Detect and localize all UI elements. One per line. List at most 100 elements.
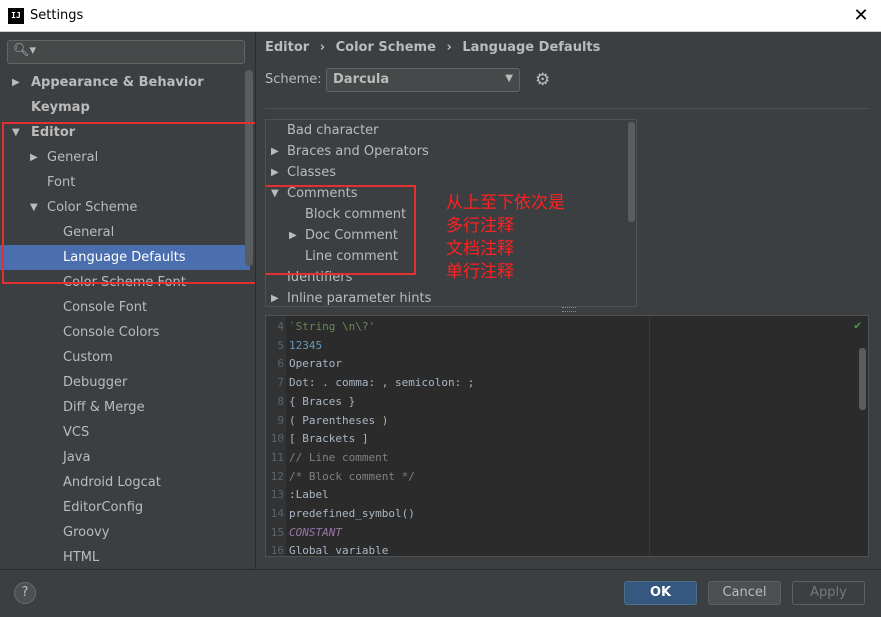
line-number: 8 <box>277 394 284 408</box>
right-margin-guide <box>649 316 650 556</box>
sidebar-item-label: Groovy <box>63 525 110 540</box>
code-text: predefined_symbol() <box>289 507 415 520</box>
breadcrumb-color-scheme[interactable]: Color Scheme <box>336 40 436 55</box>
attributes-scrollbar[interactable] <box>628 122 635 222</box>
line-number: 13 <box>270 488 284 502</box>
attribute-item[interactable]: ▶ Classes <box>266 162 624 183</box>
line-number: 7 <box>277 376 284 390</box>
sidebar-item[interactable]: Console Colors <box>0 320 250 345</box>
app-logo-icon: IJ <box>8 8 24 24</box>
title-bar: IJ Settings ✕ <box>0 0 881 32</box>
splitter-handle[interactable] <box>562 307 576 312</box>
search-input[interactable]: 🔍︎▾ <box>7 40 245 64</box>
sidebar-item-label: VCS <box>63 425 90 440</box>
code-line: 12 /* Block comment */ <box>266 467 646 486</box>
preview-scrollbar[interactable] <box>859 348 866 410</box>
scheme-value: Darcula <box>333 72 390 87</box>
annotation-line: 多行注释 <box>446 216 514 236</box>
apply-button[interactable]: Apply <box>792 581 865 605</box>
sidebar-item[interactable]: HTML <box>0 545 250 569</box>
help-button[interactable]: ? <box>14 582 36 604</box>
code-text: Global variable <box>289 544 389 557</box>
line-number: 16 <box>270 544 284 557</box>
sidebar-item[interactable]: VCS <box>0 420 250 445</box>
search-icon: 🔍︎▾ <box>13 43 37 58</box>
line-number: 4 <box>277 320 284 333</box>
code-line: 9 ( Parentheses ) <box>266 411 646 430</box>
line-number: 15 <box>270 525 284 539</box>
code-preview[interactable]: 4 `String \n\?' 5 12345 6 Operator 7 Dot: . com… <box>265 315 869 557</box>
code-text: [ Brackets ] <box>289 432 369 446</box>
code-text: `String \n\?' <box>289 320 376 333</box>
sidebar-item-label: EditorConfig <box>63 500 144 515</box>
sidebar-item[interactable]: ▶ Appearance & Behavior <box>0 70 250 95</box>
breadcrumb-language-defaults: Language Defaults <box>462 40 601 55</box>
divider <box>265 108 869 109</box>
code-line: 14 predefined_symbol() <box>266 504 646 523</box>
sidebar-item[interactable]: Java <box>0 445 250 470</box>
chevron-down-icon: ▼ <box>505 73 513 84</box>
sidebar-item-label: Keymap <box>31 100 90 115</box>
sidebar-item-label: Console Font <box>63 300 148 315</box>
cancel-button[interactable]: Cancel <box>708 581 781 605</box>
annotation-box-comments <box>266 185 416 275</box>
breadcrumb-editor[interactable]: Editor <box>265 40 309 55</box>
breadcrumb-separator: › <box>319 40 326 55</box>
gear-icon[interactable]: ⚙ <box>535 70 550 90</box>
code-text: ( Parentheses ) <box>289 413 389 427</box>
code-text: /* Block comment */ <box>289 469 415 483</box>
annotation-line: 文档注释 <box>446 239 514 259</box>
attribute-item-label: Inline parameter hints <box>287 291 432 306</box>
ok-button[interactable]: OK <box>624 581 697 605</box>
close-icon[interactable]: ✕ <box>849 4 873 28</box>
attribute-item-label: Braces and Operators <box>287 144 429 159</box>
chevron-right-icon[interactable]: ▶ <box>271 288 279 306</box>
code-line: 8 { Braces } <box>266 392 646 411</box>
code-line: 10 [ Brackets ] <box>266 429 646 448</box>
code-line: 13 :Label <box>266 485 646 504</box>
code-line: 5 12345 <box>266 336 646 355</box>
chevron-right-icon[interactable]: ▶ <box>12 70 20 95</box>
annotation-line: 从上至下依次是 <box>446 193 565 213</box>
sidebar-item[interactable]: Debugger <box>0 370 250 395</box>
code-line: 6 Operator <box>266 354 646 373</box>
chevron-right-icon[interactable]: ▶ <box>271 162 279 183</box>
sidebar-item-label: Debugger <box>63 375 128 390</box>
dialog-footer: ? OK Cancel Apply <box>0 569 881 617</box>
attributes-tree: Bad character ▶ Braces and Operators ▶ Class… <box>265 119 637 307</box>
sidebar-item[interactable]: Groovy <box>0 520 250 545</box>
code-line: 11 // Line comment <box>266 448 646 467</box>
code-text: { Braces } <box>289 394 356 408</box>
attribute-item[interactable]: ▶ Inline parameter hints <box>266 288 624 306</box>
attribute-item[interactable]: ▶ Braces and Operators <box>266 141 624 162</box>
code-text: :Label <box>289 488 329 502</box>
sidebar-item[interactable]: EditorConfig <box>0 495 250 520</box>
sidebar-item[interactable]: Diff & Merge <box>0 395 250 420</box>
breadcrumb-separator: › <box>446 40 452 55</box>
code-text: Dot: . comma: , semicolon: ; <box>289 376 475 390</box>
check-icon: ✔ <box>854 318 862 332</box>
code-line: 7 Dot: . comma: , semicolon: ; <box>266 373 646 392</box>
sidebar-item[interactable]: Custom <box>0 345 250 370</box>
main-panel: Editor › Color Scheme › Language Default… <box>257 32 881 569</box>
sidebar-item[interactable]: Keymap <box>0 95 250 120</box>
annotation-box-editor <box>2 122 255 284</box>
code-text: 12345 <box>289 338 323 352</box>
scheme-dropdown[interactable]: Darcula ▼ <box>326 68 520 92</box>
sidebar-item[interactable]: Android Logcat <box>0 470 250 495</box>
window-title: Settings <box>30 8 84 23</box>
code-line: 16 Global variable <box>266 541 646 557</box>
sidebar-item-label: Diff & Merge <box>63 400 145 415</box>
sidebar-item-label: Console Colors <box>63 325 160 340</box>
sidebar-item[interactable]: Console Font <box>0 295 250 320</box>
breadcrumb: Editor › Color Scheme › Language Default… <box>265 40 606 55</box>
attribute-item-label: Bad character <box>287 123 379 138</box>
line-number: 9 <box>277 413 284 427</box>
attribute-item[interactable]: Bad character <box>266 120 624 141</box>
line-number: 6 <box>277 357 284 371</box>
scheme-label: Scheme: <box>265 72 322 87</box>
line-number: 11 <box>270 450 284 464</box>
sidebar-item-label: Appearance & Behavior <box>31 75 204 90</box>
chevron-right-icon[interactable]: ▶ <box>271 141 279 162</box>
code-line: 15 CONSTANT <box>266 523 646 542</box>
